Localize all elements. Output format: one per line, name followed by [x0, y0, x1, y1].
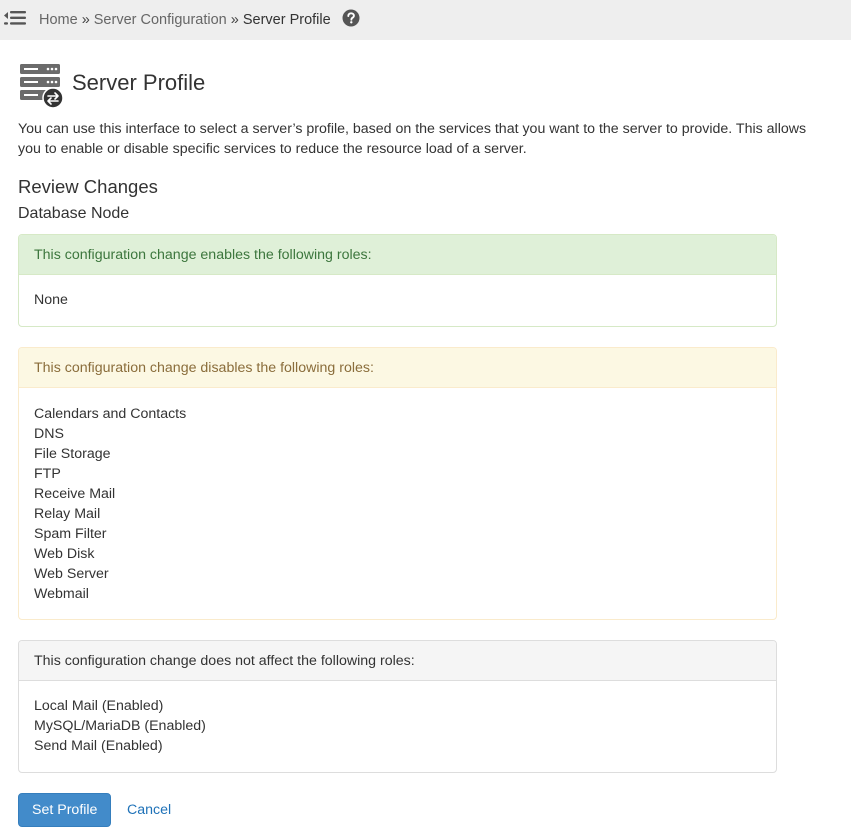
disabled-roles-body: Calendars and Contacts DNS File Storage … [19, 388, 776, 619]
top-bar: Home» Server Configuration» Server Profile [0, 0, 851, 40]
breadcrumb-separator: » [230, 12, 239, 28]
disabled-roles-list: Calendars and Contacts DNS File Storage … [34, 404, 761, 604]
role-item: File Storage [34, 446, 111, 462]
breadcrumb-separator: » [81, 12, 90, 28]
disabled-roles-heading: This configuration change disables the f… [19, 348, 776, 388]
enabled-roles-panel: This configuration change enables the fo… [18, 234, 777, 327]
enabled-roles-list: None [34, 290, 761, 310]
role-item: Calendars and Contacts [34, 406, 187, 422]
breadcrumb-server-configuration-link[interactable]: Server Configuration [94, 12, 227, 28]
profile-name-heading: Database Node [18, 205, 130, 222]
cancel-link[interactable]: Cancel [127, 801, 171, 819]
set-profile-button[interactable]: Set Profile [18, 793, 112, 827]
breadcrumb: Home» Server Configuration» Server Profile [39, 9, 360, 30]
role-item: Receive Mail [34, 486, 116, 502]
page-title: Server Profile [72, 70, 206, 95]
role-item: None [34, 292, 68, 308]
unaffected-roles-list: Local Mail (Enabled) MySQL/MariaDB (Enab… [34, 696, 761, 756]
page-description: You can use this interface to select a s… [18, 121, 807, 157]
review-changes-heading: Review Changes [18, 176, 158, 197]
role-item: FTP [34, 466, 61, 482]
role-item: Relay Mail [34, 506, 101, 522]
role-item: Local Mail (Enabled) [34, 698, 164, 714]
role-item: DNS [34, 426, 64, 442]
breadcrumb-home-link[interactable]: Home [39, 12, 78, 28]
help-icon[interactable] [342, 9, 360, 27]
unaffected-roles-heading: This configuration change does not affec… [19, 641, 776, 681]
disabled-roles-panel: This configuration change disables the f… [18, 347, 777, 620]
role-item: MySQL/MariaDB (Enabled) [34, 718, 206, 734]
breadcrumb-current: Server Profile [242, 12, 331, 28]
role-item: Send Mail (Enabled) [34, 738, 163, 754]
enabled-roles-heading: This configuration change enables the fo… [19, 235, 776, 275]
unaffected-roles-body: Local Mail (Enabled) MySQL/MariaDB (Enab… [19, 681, 776, 772]
role-item: Webmail [34, 586, 89, 602]
role-item: Web Server [34, 566, 109, 582]
unaffected-roles-panel: This configuration change does not affec… [18, 640, 777, 773]
role-item: Web Disk [34, 546, 95, 562]
role-item: Spam Filter [34, 526, 107, 542]
enabled-roles-body: None [19, 275, 776, 326]
menu-toggle-icon[interactable] [2, 6, 28, 30]
server-profile-icon [18, 61, 66, 109]
